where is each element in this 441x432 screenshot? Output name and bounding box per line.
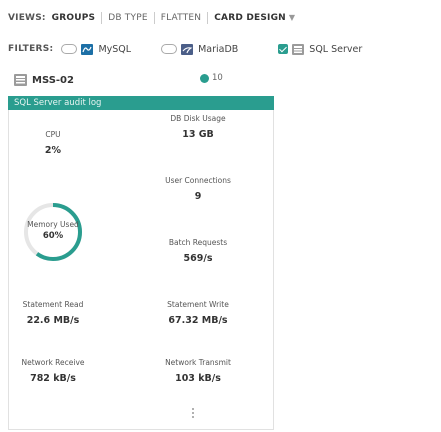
mariadb-toggle[interactable] [161,44,178,54]
metric-label: Network Transmit [165,358,231,367]
metric-value: 569/s [183,253,213,264]
metric-cpu: CPU 2% [18,130,88,156]
metric-batch-requests: Batch Requests 569/s [148,238,248,264]
view-db-type[interactable]: DB TYPE [102,13,153,23]
mariadb-label: MariaDB [198,43,239,55]
metric-value: 22.6 MB/s [26,315,80,326]
metric-label: User Connections [165,176,231,185]
view-card-design[interactable]: CARD DESIGN ▼ [208,13,301,23]
count-value: 10 [212,73,223,83]
sqlserver-icon [14,74,27,86]
chevron-down-icon: ▼ [288,13,296,22]
card-design-label: CARD DESIGN [214,13,286,23]
metric-statement-read: Statement Read 22.6 MB/s [8,300,98,326]
metric-value: 782 kB/s [30,373,76,384]
metric-label: Network Receive [21,358,85,367]
filter-sql-server[interactable]: SQL Server [278,43,363,55]
metric-label: CPU [45,130,61,139]
filter-mariadb[interactable]: MariaDB [161,43,239,55]
card-banner[interactable]: SQL Server audit log [8,96,274,110]
mysql-icon [81,43,94,55]
sqlserver-icon [292,43,305,55]
card-header: MSS-02 10 [8,68,274,92]
view-groups[interactable]: GROUPS [52,13,102,23]
status-dot-icon [200,73,209,83]
server-name[interactable]: MSS-02 [32,75,74,86]
mariadb-icon [181,43,194,55]
metric-label: Statement Read [22,300,84,309]
filter-mysql[interactable]: MySQL [61,43,132,55]
server-card[interactable]: MSS-02 10 SQL Server audit log DB Disk U… [8,68,274,430]
mysql-label: MySQL [98,43,132,55]
metric-user-connections: User Connections 9 [148,176,248,202]
view-flatten[interactable]: FLATTEN [155,13,208,23]
metric-db-disk-usage: DB Disk Usage 13 GB [148,114,248,140]
filters-label: FILTERS: [8,44,54,54]
sqlserver-checkbox[interactable] [278,44,289,54]
metric-network-transmit: Network Transmit 103 kB/s [148,358,248,384]
metric-network-receive: Network Receive 782 kB/s [8,358,98,384]
more-options-icon[interactable] [192,408,195,422]
metric-value: 67.32 MB/s [168,315,228,326]
mysql-toggle[interactable] [61,44,78,54]
metric-label: Batch Requests [168,238,228,247]
metric-value: 103 kB/s [175,373,221,384]
metric-label: DB Disk Usage [170,114,226,123]
memory-value: 60% [42,231,64,241]
metric-statement-write: Statement Write 67.32 MB/s [148,300,248,326]
memory-label: Memory Used [27,220,79,229]
metric-value: 2% [44,145,62,156]
views-bar: VIEWS: GROUPS DB TYPE FLATTEN CARD DESIG… [8,8,301,28]
metric-value: 13 GB [182,129,214,140]
metric-label: Statement Write [167,300,229,309]
sqlserver-label: SQL Server [309,43,363,55]
count-badge: 10 [200,73,223,83]
filters-bar: FILTERS: MySQL MariaDB SQL Server [8,39,438,59]
views-label: VIEWS: [8,13,46,23]
metric-value: 9 [194,191,202,202]
